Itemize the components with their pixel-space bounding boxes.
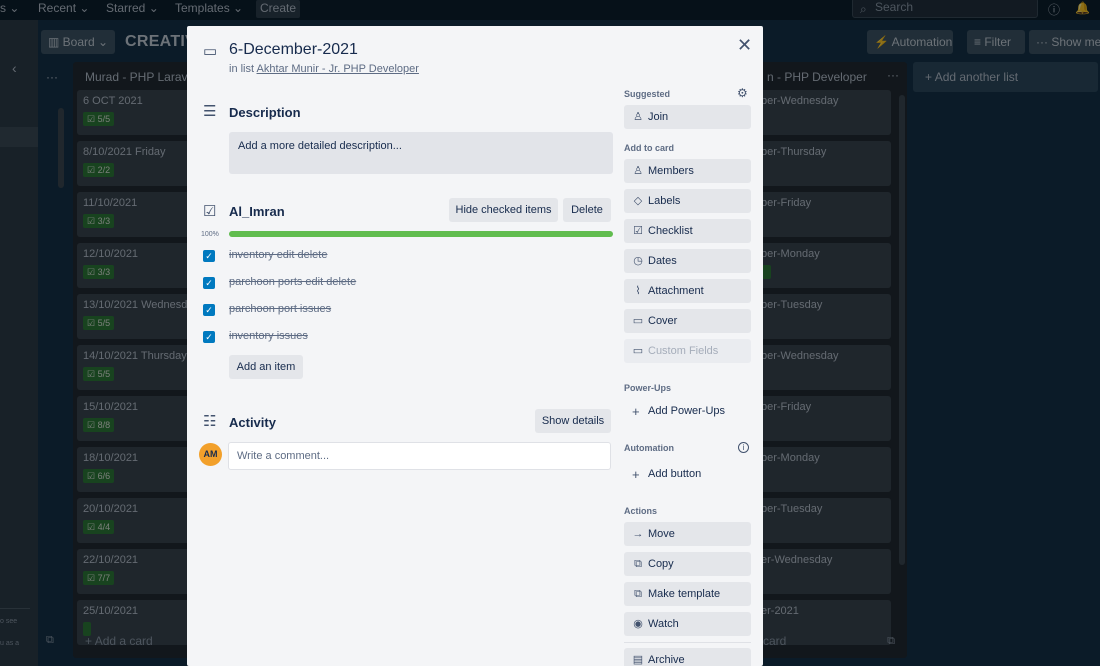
list-link[interactable]: Akhtar Munir - Jr. PHP Developer — [257, 63, 419, 75]
checklist-item-text[interactable]: parchoon ports edit delete — [229, 276, 356, 288]
arrow-right-icon: → — [632, 528, 644, 540]
eye-icon: ◉ — [633, 618, 643, 630]
card-detail-modal: ▭ 6-December-2021 ✕ in list Akhtar Munir… — [187, 26, 763, 666]
avatar[interactable]: AM — [199, 443, 222, 466]
checkbox-checked-icon[interactable]: ✓ — [203, 331, 215, 343]
archive-icon: ▤ — [632, 654, 644, 666]
add-to-card-heading: Add to card — [624, 143, 675, 153]
activity-heading: Activity — [229, 415, 276, 430]
cover-icon: ▭ — [632, 315, 644, 327]
tag-icon: ◇ — [633, 195, 643, 207]
card-list-reference: in list Akhtar Munir - Jr. PHP Developer — [229, 63, 419, 75]
template-icon: ⧉ — [634, 588, 642, 600]
description-icon: ☰ — [203, 103, 217, 120]
card-title[interactable]: 6-December-2021 — [229, 41, 358, 59]
divider — [624, 642, 751, 643]
delete-checklist-button[interactable]: Delete — [563, 198, 611, 222]
make-template-button[interactable]: ⧉ Make template — [624, 582, 751, 606]
dates-button[interactable]: ◷ Dates — [624, 249, 751, 273]
automation-heading: Automation — [624, 443, 674, 453]
info-icon[interactable]: i — [738, 442, 749, 453]
plus-icon: + — [632, 404, 640, 419]
plus-icon: + — [632, 467, 640, 482]
cover-button[interactable]: ▭ Cover — [624, 309, 751, 333]
power-ups-heading: Power-Ups — [624, 383, 672, 393]
checklist-progress-bar — [229, 231, 613, 237]
description-heading: Description — [229, 105, 301, 120]
move-button[interactable]: → Move — [624, 522, 751, 546]
checklist-item-text[interactable]: inventory edit delete — [229, 249, 327, 261]
labels-button[interactable]: ◇ Labels — [624, 189, 751, 213]
comment-input[interactable]: Write a comment... — [228, 442, 611, 470]
copy-icon: ⧉ — [634, 558, 642, 570]
checklist-button[interactable]: ☑ Checklist — [624, 219, 751, 243]
members-button[interactable]: ♙ Members — [624, 159, 751, 183]
checklist-item[interactable]: ✓ inventory issues — [203, 329, 603, 345]
close-icon[interactable]: ✕ — [737, 35, 752, 56]
custom-fields-icon: ▭ — [632, 345, 644, 357]
watch-button[interactable]: ◉ Watch — [624, 612, 751, 636]
checklist-icon: ☑ — [203, 203, 217, 220]
progress-fill — [229, 231, 613, 237]
add-checklist-item-button[interactable]: Add an item — [229, 355, 303, 379]
checklist-item[interactable]: ✓ inventory edit delete — [203, 248, 603, 264]
person-icon: ♙ — [633, 111, 643, 123]
archive-button[interactable]: ▤ Archive — [624, 648, 751, 666]
person-icon: ♙ — [633, 165, 643, 177]
description-input[interactable]: Add a more detailed description... — [229, 132, 613, 174]
checklist-item-text[interactable]: parchoon port issues — [229, 303, 331, 315]
join-button[interactable]: ♙ Join — [624, 105, 751, 129]
actions-heading: Actions — [624, 506, 658, 516]
checklist-title[interactable]: Al_Imran — [229, 204, 285, 219]
add-power-ups-button[interactable]: + Add Power-Ups — [624, 404, 725, 419]
clock-icon: ◷ — [633, 255, 643, 267]
checklist-item[interactable]: ✓ parchoon ports edit delete — [203, 275, 603, 291]
suggested-heading: Suggested — [624, 89, 671, 99]
checklist-progress-label: 100% — [201, 231, 219, 238]
add-button-button[interactable]: + Add button — [624, 467, 701, 482]
checklist-icon: ☑ — [633, 225, 643, 237]
show-details-button[interactable]: Show details — [535, 409, 611, 433]
activity-icon: ☷ — [203, 413, 217, 430]
hide-checked-items-button[interactable]: Hide checked items — [449, 198, 558, 222]
checkbox-checked-icon[interactable]: ✓ — [203, 304, 215, 316]
checklist-item-text[interactable]: inventory issues — [229, 330, 308, 342]
paperclip-icon: ⌇ — [635, 285, 641, 297]
checklist-item[interactable]: ✓ parchoon port issues — [203, 302, 603, 318]
copy-button[interactable]: ⧉ Copy — [624, 552, 751, 576]
custom-fields-button[interactable]: ▭ Custom Fields — [624, 339, 751, 363]
card-icon: ▭ — [203, 43, 218, 60]
gear-icon[interactable]: ⚙ — [737, 86, 748, 100]
checkbox-checked-icon[interactable]: ✓ — [203, 277, 215, 289]
attachment-button[interactable]: ⌇ Attachment — [624, 279, 751, 303]
checkbox-checked-icon[interactable]: ✓ — [203, 250, 215, 262]
